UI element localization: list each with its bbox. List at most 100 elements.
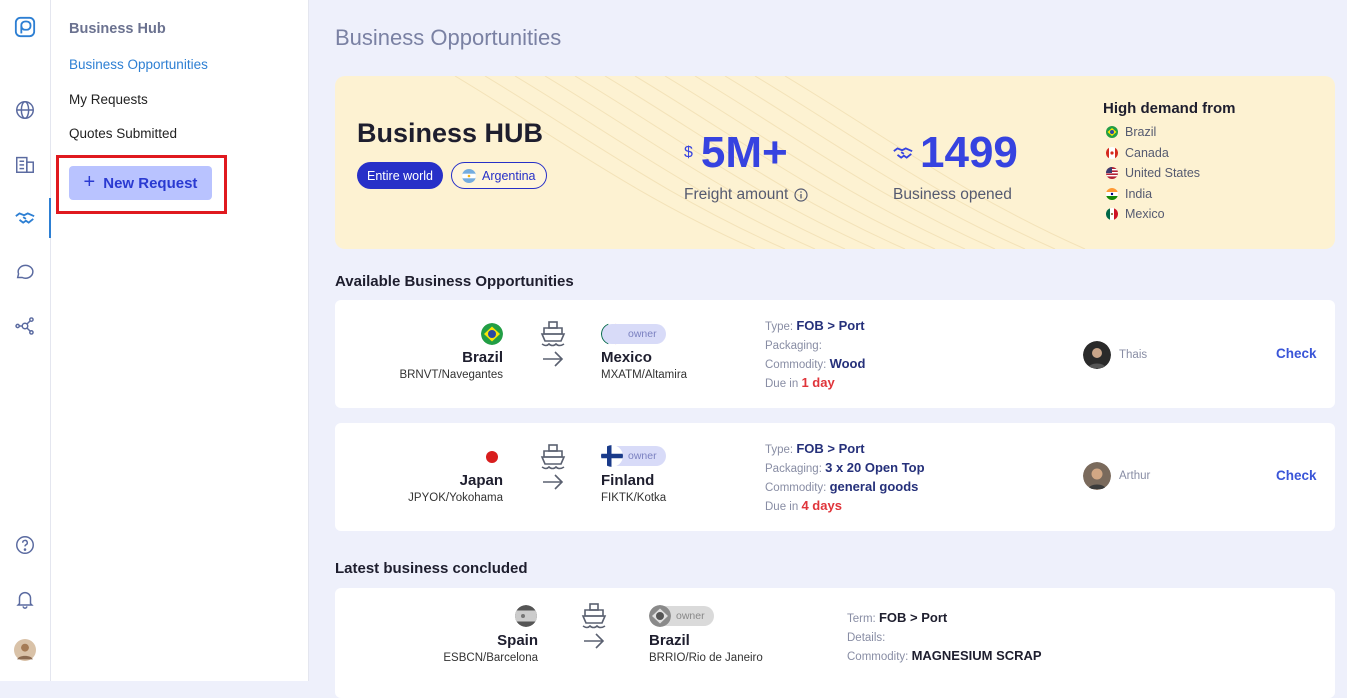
user-name: Arthur	[1119, 470, 1151, 482]
bell-icon[interactable]	[0, 582, 49, 616]
type-value: FOB > Port	[796, 441, 865, 456]
subnav-panel: Business Hub Business Opportunities My R…	[51, 0, 309, 681]
network-icon[interactable]	[0, 309, 49, 343]
origin-location: Brazil BRNVT/Navegantes	[399, 349, 503, 381]
commodity-label: Commodity:	[847, 651, 909, 663]
demand-item: Canada	[1103, 143, 1236, 164]
demand-item: India	[1103, 184, 1236, 205]
freight-value: 5M+	[700, 128, 788, 177]
destination-name: Brazil	[649, 632, 690, 649]
commodity-label: Commodity:	[765, 482, 827, 494]
origin-code: JPYOK/Yokohama	[408, 492, 503, 504]
filter-argentina-label: Argentina	[482, 168, 536, 183]
user-avatar	[1083, 341, 1111, 369]
user-avatar	[1083, 462, 1111, 490]
nav-quotes-submitted[interactable]: Quotes Submitted	[69, 126, 177, 141]
brazil-flag-icon	[481, 323, 503, 345]
details-label: Details:	[847, 632, 886, 644]
type-label: Type:	[765, 321, 794, 333]
logo-icon[interactable]	[0, 10, 49, 44]
new-request-button[interactable]: + New Request	[69, 166, 212, 200]
demand-label: India	[1125, 186, 1153, 201]
argentina-flag-icon	[462, 168, 476, 183]
subnav-title: Business Hub	[69, 21, 166, 37]
india-flag-icon	[1106, 187, 1118, 200]
check-button[interactable]: Check	[1276, 468, 1317, 483]
origin-name: Japan	[459, 472, 503, 489]
ship-arrow-icon	[581, 603, 607, 649]
handshake-icon	[893, 147, 913, 159]
commodity-label: Commodity:	[765, 359, 827, 371]
due-label: Due in	[765, 378, 799, 390]
destination-name: Mexico	[601, 349, 652, 366]
demand-label: United States	[1125, 166, 1201, 181]
spain-flag-icon	[515, 605, 537, 627]
hero-banner: Business HUB Entire world Argentina $ 5M…	[335, 76, 1335, 249]
plus-icon: +	[83, 171, 96, 193]
demand-label: Canada	[1125, 145, 1169, 160]
check-button[interactable]: Check	[1276, 346, 1317, 361]
building-icon[interactable]	[0, 147, 49, 181]
commodity-value: general goods	[829, 479, 919, 494]
handshake-icon[interactable]	[0, 201, 49, 235]
icon-rail	[0, 0, 51, 681]
packaging-label: Packaging:	[765, 463, 822, 475]
new-request-label: New Request	[103, 174, 198, 192]
destination-location: Finland FIKTK/Kotka	[601, 472, 666, 504]
opportunity-card[interactable]: Brazil BRNVT/Navegantes owner Mexico MXA…	[335, 300, 1335, 408]
ship-arrow-icon	[540, 444, 566, 490]
finland-flag-icon	[601, 445, 623, 467]
route-indicator	[538, 443, 568, 500]
origin-name: Brazil	[462, 349, 503, 366]
destination-location: Brazil BRRIO/Rio de Janeiro	[649, 632, 763, 664]
japan-flag-icon	[481, 446, 503, 468]
opened-value: 1499	[920, 128, 1018, 177]
nav-my-requests[interactable]: My Requests	[69, 92, 148, 107]
demand-title: High demand from	[1103, 100, 1236, 117]
due-value: 1 day	[801, 375, 835, 390]
info-icon[interactable]	[794, 188, 808, 202]
origin-location: Japan JPYOK/Yokohama	[408, 472, 503, 504]
high-demand-list: High demand from Brazil Canada United St…	[1103, 100, 1236, 225]
dollar-symbol: $	[684, 144, 693, 161]
opportunity-details: Type: FOB > Port Packaging: 3 x 20 Open …	[765, 440, 925, 516]
origin-location: Spain ESBCN/Barcelona	[443, 632, 538, 664]
concluded-card: Spain ESBCN/Barcelona owner Brazil BRRIO…	[335, 588, 1335, 698]
mexico-flag-icon	[1106, 208, 1118, 221]
requester: Arthur	[1083, 462, 1150, 490]
demand-label: Brazil	[1125, 125, 1157, 140]
help-icon[interactable]	[0, 528, 49, 562]
opened-label: Business opened	[893, 186, 1012, 203]
commodity-value: MAGNESIUM SCRAP	[911, 648, 1042, 663]
packaging-value: 3 x 20 Open Top	[825, 460, 925, 475]
destination-name: Finland	[601, 472, 655, 489]
freight-stat: $ 5M+	[684, 128, 788, 178]
filter-argentina[interactable]: Argentina	[451, 162, 547, 189]
nav-business-opportunities[interactable]: Business Opportunities	[69, 57, 208, 72]
term-value: FOB > Port	[878, 610, 948, 625]
usa-flag-icon	[1106, 167, 1118, 180]
filter-entire-world[interactable]: Entire world	[357, 162, 443, 189]
globe-icon[interactable]	[0, 93, 49, 127]
chat-icon[interactable]	[0, 255, 49, 289]
origin-code: ESBCN/Barcelona	[443, 652, 538, 664]
user-avatar[interactable]	[0, 633, 49, 667]
user-name: Thais	[1119, 349, 1148, 361]
owner-badge: owner	[602, 324, 666, 344]
hero-title: Business HUB	[357, 118, 544, 148]
destination-code: FIKTK/Kotka	[601, 492, 667, 504]
demand-label: Mexico	[1125, 207, 1165, 222]
commodity-value: Wood	[829, 356, 866, 371]
type-value: FOB > Port	[796, 318, 865, 333]
due-label: Due in	[765, 501, 799, 513]
freight-label-row: Freight amount	[684, 186, 808, 204]
term-label: Term:	[847, 613, 876, 625]
ship-arrow-icon	[540, 321, 566, 367]
origin-name: Spain	[497, 632, 538, 649]
type-label: Type:	[765, 444, 794, 456]
opportunity-card[interactable]: Japan JPYOK/Yokohama owner Finland FIKTK…	[335, 423, 1335, 531]
opened-stat: 1499	[892, 128, 1018, 178]
brazil-flag-icon	[649, 605, 671, 627]
route-indicator	[579, 602, 609, 659]
destination-code: MXATM/Altamira	[601, 369, 688, 381]
